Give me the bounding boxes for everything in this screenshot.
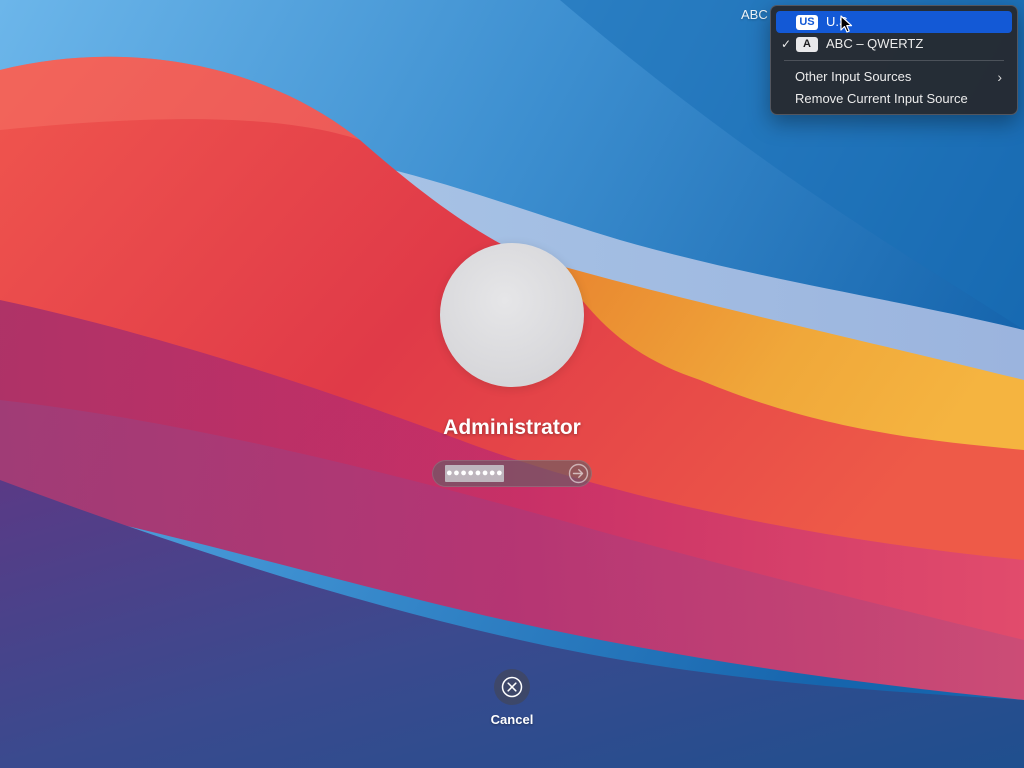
username-label: Administrator — [443, 416, 581, 439]
input-source-menu: US U.S. ✓ A ABC – QWERTZ Other Input Sou… — [770, 5, 1018, 115]
menu-item-label: Remove Current Input Source — [795, 91, 968, 106]
menu-item-abc-qwertz[interactable]: ✓ A ABC – QWERTZ — [776, 33, 1012, 55]
us-flag-badge: US — [796, 14, 818, 30]
menu-item-other-input-sources[interactable]: Other Input Sources › — [776, 66, 1012, 88]
menu-item-us[interactable]: US U.S. — [776, 11, 1012, 33]
password-mask: ●●●●●●●● — [445, 465, 505, 482]
close-circle-icon — [501, 676, 523, 698]
menu-item-label: ABC – QWERTZ — [826, 36, 924, 51]
password-input[interactable]: ●●●●●●●● — [432, 460, 592, 487]
menu-item-label: U.S. — [826, 14, 852, 29]
chevron-right-icon: › — [997, 69, 1002, 85]
cancel-label[interactable]: Cancel — [462, 712, 562, 727]
abc-badge: A — [796, 36, 818, 52]
menu-item-remove-current-input-source[interactable]: Remove Current Input Source — [776, 88, 1012, 110]
cancel-button[interactable] — [494, 669, 530, 705]
menu-separator — [784, 60, 1004, 61]
checkmark-icon: ✓ — [780, 37, 792, 51]
input-source-indicator[interactable]: ABC — [737, 6, 772, 24]
user-avatar[interactable] — [440, 243, 584, 387]
menu-item-label: Other Input Sources — [795, 69, 912, 84]
arrow-right-circle-icon[interactable] — [568, 463, 589, 484]
